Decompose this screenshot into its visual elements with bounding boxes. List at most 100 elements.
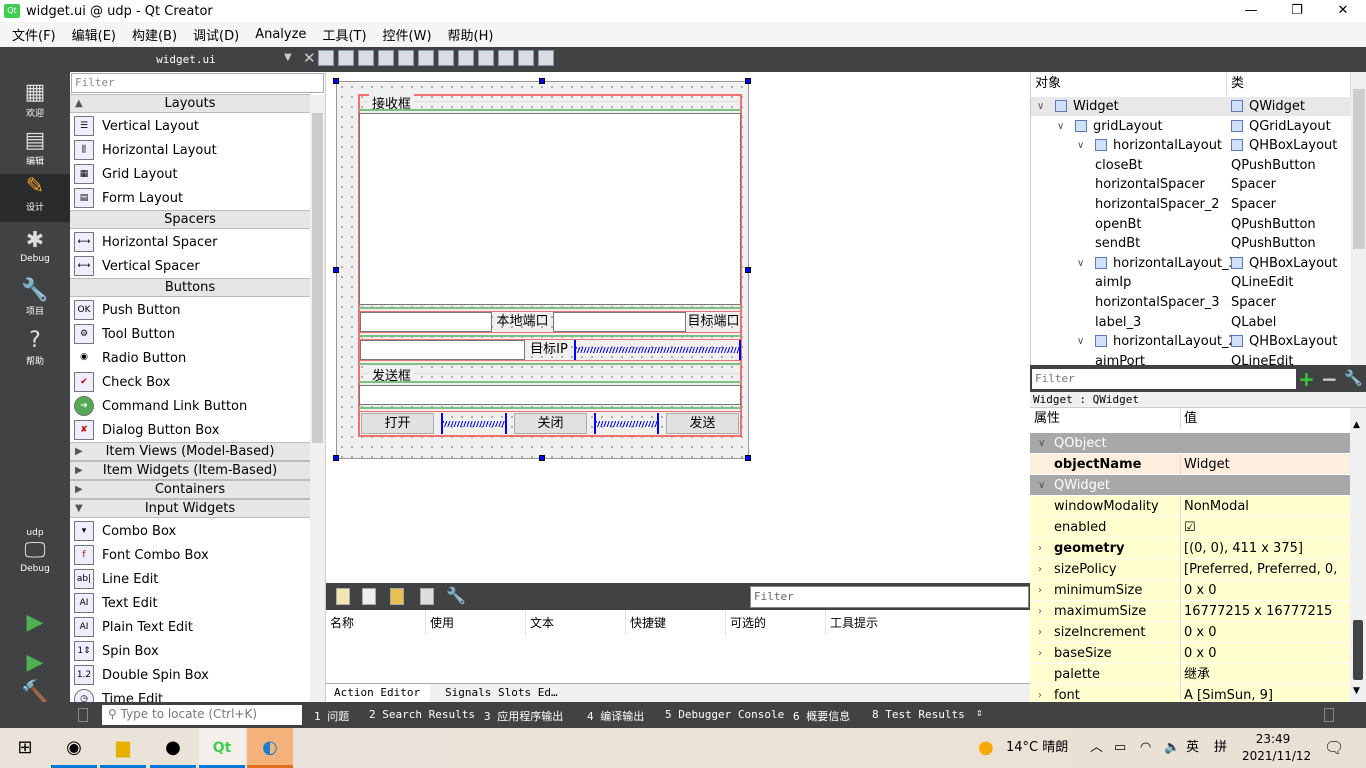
widget-font-combo-box[interactable]: f Font Combo Box <box>70 543 310 567</box>
widget-line-edit[interactable]: ab| Line Edit <box>70 567 310 591</box>
column-used[interactable]: 使用 <box>426 610 526 635</box>
wrench-menu-icon[interactable]: 🔧 <box>446 586 466 605</box>
property-filter-input[interactable]: Filter <box>1032 369 1296 389</box>
expand-arrow-icon[interactable]: › <box>1038 622 1042 643</box>
file-explorer-icon[interactable]: ▆ <box>100 728 146 768</box>
widget-push-button[interactable]: OK Push Button <box>70 298 310 322</box>
paste-action-icon[interactable] <box>390 588 404 605</box>
property-value[interactable]: ☑ <box>1184 517 1196 538</box>
property-value[interactable]: 0 x 0 <box>1184 622 1217 643</box>
designer-form[interactable]: 接收框 本地端口 目标端口 目标IP 发送框 打开 关闭 发送 <box>333 78 751 461</box>
column-tooltip[interactable]: 工具提示 <box>826 610 1030 635</box>
menu-build[interactable]: 构建(B) <box>124 25 185 44</box>
column-class[interactable]: 类 <box>1227 72 1351 96</box>
menu-debug[interactable]: 调试(D) <box>185 25 247 44</box>
expand-arrow-icon[interactable]: ∨ <box>1077 136 1084 155</box>
object-tree-row[interactable]: aimIp QLineEdit <box>1031 273 1351 292</box>
property-row[interactable]: objectName Widget <box>1030 454 1350 475</box>
pane-search-results[interactable]: 2 Search Results <box>369 708 475 721</box>
receive-text-edit[interactable] <box>359 113 741 305</box>
minimize-button[interactable]: — <box>1228 0 1274 22</box>
mode-design[interactable]: ✎ 设计 <box>0 174 70 222</box>
target-port-input[interactable] <box>553 312 686 332</box>
property-value[interactable]: 0 x 0 <box>1184 643 1217 664</box>
widget-double-spin-box[interactable]: 1.2 Double Spin Box <box>70 663 310 687</box>
more-panes-icon[interactable]: ⇕ <box>976 706 983 719</box>
break-layout-icon[interactable] <box>518 50 534 66</box>
mode-edit[interactable]: ▤ 编辑 <box>0 128 70 176</box>
scroll-up-icon[interactable]: ▲ <box>1353 420 1360 430</box>
layout-grid-icon[interactable] <box>498 50 514 66</box>
widget-box-scrollbar[interactable] <box>310 95 325 702</box>
widget-filter-input[interactable]: Filter <box>71 73 324 93</box>
property-row[interactable]: › maximumSize 16777215 x 16777215 <box>1030 601 1350 622</box>
ime-language[interactable]: 英 <box>1186 728 1199 768</box>
expand-arrow-icon[interactable]: › <box>1038 538 1042 559</box>
locator-input[interactable]: ⚲ Type to locate (Ctrl+K) <box>102 705 302 725</box>
toggle-right-sidebar-icon[interactable] <box>1324 708 1334 722</box>
widget-horizontal-spacer[interactable]: ⟷ Horizontal Spacer <box>70 230 310 254</box>
category-item-widgets[interactable]: ▶ Item Widgets (Item-Based) <box>70 461 310 480</box>
column-property[interactable]: 属性 <box>1034 408 1060 429</box>
expand-arrow-icon[interactable]: ∨ <box>1077 332 1084 351</box>
menu-help[interactable]: 帮助(H) <box>440 25 502 44</box>
menu-widgets[interactable]: 控件(W) <box>375 25 440 44</box>
pane-issues[interactable]: 1 问题 <box>314 708 349 724</box>
layout-vertical-icon[interactable] <box>418 50 434 66</box>
column-checkable[interactable]: 可选的 <box>726 610 826 635</box>
expand-arrow-icon[interactable]: ∨ <box>1038 433 1045 454</box>
pane-general-messages[interactable]: 6 概要信息 <box>793 708 850 724</box>
scrollbar-thumb[interactable] <box>312 113 323 443</box>
action-filter-input[interactable]: Filter <box>750 586 1029 608</box>
mode-debug[interactable]: ✱ Debug <box>0 228 70 276</box>
property-scrollbar[interactable]: ▲ ▼ <box>1350 408 1366 702</box>
object-tree-row[interactable]: ∨ horizontalLayout_3 QHBoxLayout <box>1031 254 1351 273</box>
edit-buddies-icon[interactable] <box>358 50 374 66</box>
object-tree-row[interactable]: closeBt QPushButton <box>1031 156 1351 175</box>
open-file-tab[interactable]: widget.ui <box>71 47 301 72</box>
clock[interactable]: 23:49 2021/11/12 <box>1242 728 1311 768</box>
close-connection-button[interactable]: 关闭 <box>514 413 587 434</box>
local-port-input[interactable] <box>360 312 492 332</box>
object-tree-row[interactable]: ∨ horizontalLayout QHBoxLayout <box>1031 136 1351 155</box>
column-value[interactable]: 值 <box>1184 408 1197 429</box>
property-row[interactable]: ›sizePolicy[Preferred, Preferred, 0, 0] <box>1030 559 1350 598</box>
resize-handle[interactable] <box>745 455 751 461</box>
expand-arrow-icon[interactable]: › <box>1038 559 1042 580</box>
notifications-icon[interactable]: 🗨 <box>1324 728 1344 768</box>
property-row[interactable]: windowModality NonModal <box>1030 496 1350 517</box>
open-button[interactable]: 打开 <box>361 413 434 434</box>
scrollbar-thumb[interactable] <box>1353 89 1365 249</box>
scroll-down-icon[interactable]: ▼ <box>1353 686 1360 696</box>
column-shortcut[interactable]: 快捷键 <box>626 610 726 635</box>
pane-compile-output[interactable]: 4 编译输出 <box>587 708 644 724</box>
remove-property-icon[interactable]: − <box>1321 367 1338 391</box>
mode-welcome[interactable]: ▦ 欢迎 <box>0 80 70 128</box>
widget-spin-box[interactable]: 1⇕ Spin Box <box>70 639 310 663</box>
property-row[interactable]: ∨ QObject <box>1030 433 1350 454</box>
tab-signals-slots[interactable]: Signals Slots Ed… <box>437 684 566 702</box>
adjust-size-icon[interactable] <box>538 50 554 66</box>
property-value[interactable]: Widget <box>1184 454 1230 475</box>
edit-tab-order-icon[interactable] <box>378 50 394 66</box>
toggle-sidebar-icon[interactable] <box>78 708 88 722</box>
edit-signals-icon[interactable] <box>338 50 354 66</box>
layout-v-splitter-icon[interactable] <box>458 50 474 66</box>
new-action-icon[interactable] <box>336 588 350 605</box>
close-button[interactable]: ✕ <box>1320 0 1366 22</box>
property-row[interactable]: ∨ QWidget <box>1030 475 1350 496</box>
build-button[interactable]: 🔨 <box>0 682 70 704</box>
widget-command-link-button[interactable]: ➔ Command Link Button <box>70 394 310 418</box>
property-row[interactable]: › geometry [(0, 0), 411 x 375] <box>1030 538 1350 559</box>
wrench-menu-icon[interactable]: 🔧 <box>1344 369 1363 387</box>
object-tree-row[interactable]: label_3 QLabel <box>1031 313 1351 332</box>
chrome-app-icon[interactable]: ◉ <box>51 728 97 768</box>
file-dropdown-icon[interactable]: ▼ <box>284 52 292 63</box>
resize-handle[interactable] <box>333 78 339 84</box>
pane-debugger-console[interactable]: 5 Debugger Console <box>665 708 784 721</box>
object-tree-row[interactable]: ∨ Widget QWidget <box>1031 97 1351 116</box>
layout-horizontal-icon[interactable] <box>398 50 414 66</box>
run-button[interactable]: ▶ <box>0 610 70 640</box>
qt-creator-taskbar-icon[interactable]: Qt <box>199 728 245 768</box>
tab-action-editor[interactable]: Action Editor <box>326 684 430 702</box>
